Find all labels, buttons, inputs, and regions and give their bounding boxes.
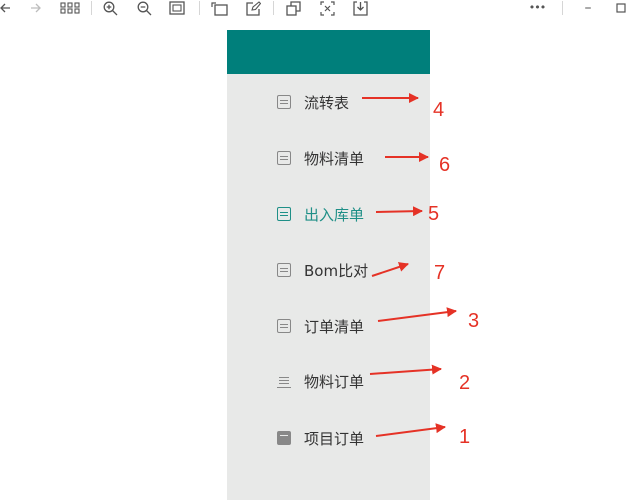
annotation-arrow — [377, 307, 457, 322]
annotation-arrow — [371, 262, 409, 277]
annotation-number: 6 — [439, 154, 451, 176]
annotation-number: 4 — [433, 99, 445, 121]
annotation-number: 5 — [428, 203, 440, 225]
annotation-arrow — [375, 206, 423, 217]
annotation-number: 7 — [434, 262, 446, 284]
annotation-arrow — [375, 423, 446, 437]
annotation-number: 1 — [459, 426, 471, 448]
annotation-arrow — [369, 364, 442, 375]
annotation-number: 3 — [468, 310, 480, 332]
annotation-number: 2 — [459, 372, 471, 394]
annotation-arrows — [362, 93, 457, 437]
